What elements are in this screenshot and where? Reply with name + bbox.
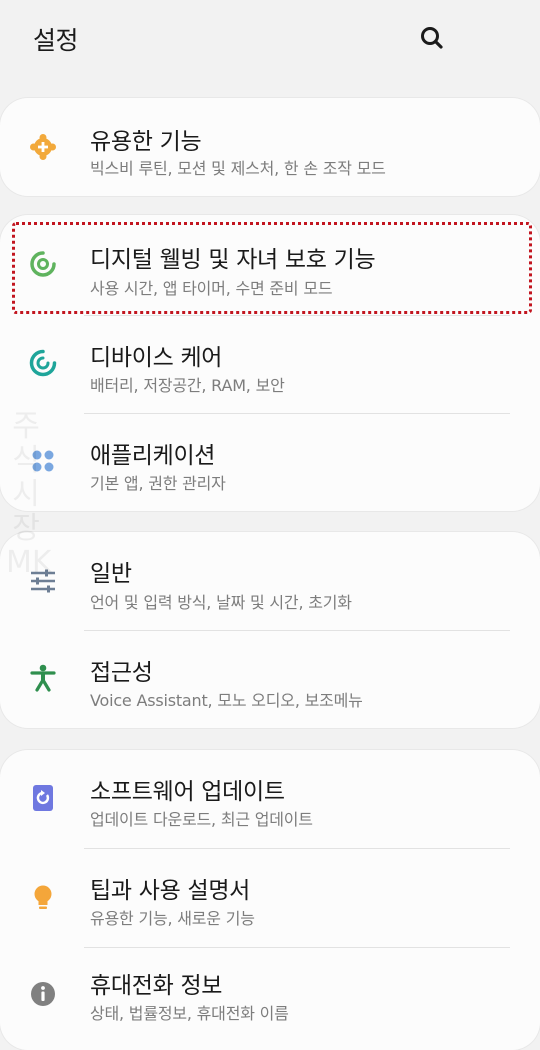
item-title: 애플리케이션 — [90, 443, 216, 469]
lightbulb-icon — [26, 880, 60, 914]
settings-item-useful-features[interactable]: 유용한 기능 빅스비 루틴, 모션 및 제스처, 한 손 조작 모드 — [0, 98, 540, 196]
item-subtitle: 기본 앱, 권한 관리자 — [90, 474, 226, 493]
settings-item-general[interactable]: 일반 언어 및 입력 방식, 날짜 및 시간, 초기화 — [0, 532, 540, 630]
item-title: 유용한 기능 — [90, 129, 202, 155]
item-subtitle: 빅스비 루틴, 모션 및 제스처, 한 손 조작 모드 — [90, 159, 386, 178]
settings-item-phone-info[interactable]: 휴대전화 정보 상태, 법률정보, 휴대전화 이름 — [0, 948, 540, 1038]
highlight-box — [12, 222, 532, 314]
item-title: 디바이스 케어 — [90, 345, 223, 371]
item-title: 접근성 — [90, 660, 153, 686]
info-icon — [26, 977, 60, 1011]
item-subtitle: Voice Assistant, 모노 오디오, 보조메뉴 — [90, 691, 363, 710]
software-update-icon — [26, 781, 60, 815]
item-subtitle: 상태, 법률정보, 휴대전화 이름 — [90, 1004, 289, 1023]
item-subtitle: 언어 및 입력 방식, 날짜 및 시간, 초기화 — [90, 593, 352, 612]
settings-card-3: 일반 언어 및 입력 방식, 날짜 및 시간, 초기화 접근성 Voice As… — [0, 532, 540, 728]
device-care-icon — [26, 346, 60, 380]
page-title: 설정 — [33, 26, 79, 55]
puzzle-plus-icon — [26, 130, 60, 164]
settings-card-4: 소프트웨어 업데이트 업데이트 다운로드, 최근 업데이트 팁과 사용 설명서 … — [0, 750, 540, 1050]
settings-card-1: 유용한 기능 빅스비 루틴, 모션 및 제스처, 한 손 조작 모드 — [0, 98, 540, 196]
settings-item-software-update[interactable]: 소프트웨어 업데이트 업데이트 다운로드, 최근 업데이트 — [0, 750, 540, 848]
watermark: 주식시장MK — [6, 409, 52, 580]
item-title: 팁과 사용 설명서 — [90, 878, 251, 904]
settings-item-device-care[interactable]: 디바이스 케어 배터리, 저장공간, RAM, 보안 — [0, 316, 540, 413]
settings-item-accessibility[interactable]: 접근성 Voice Assistant, 모노 오디오, 보조메뉴 — [0, 631, 540, 728]
item-subtitle: 유용한 기능, 새로운 기능 — [90, 909, 255, 928]
item-title: 일반 — [90, 561, 132, 587]
header: 설정 — [0, 0, 540, 80]
search-icon[interactable] — [416, 22, 448, 54]
settings-item-tips[interactable]: 팁과 사용 설명서 유용한 기능, 새로운 기능 — [0, 849, 540, 947]
item-title: 소프트웨어 업데이트 — [90, 779, 285, 805]
settings-item-applications[interactable]: 애플리케이션 기본 앱, 권한 관리자 — [0, 414, 540, 511]
item-title: 휴대전화 정보 — [90, 973, 223, 999]
item-subtitle: 업데이트 다운로드, 최근 업데이트 — [90, 810, 313, 829]
accessibility-icon — [26, 661, 60, 695]
item-subtitle: 배터리, 저장공간, RAM, 보안 — [90, 376, 285, 395]
